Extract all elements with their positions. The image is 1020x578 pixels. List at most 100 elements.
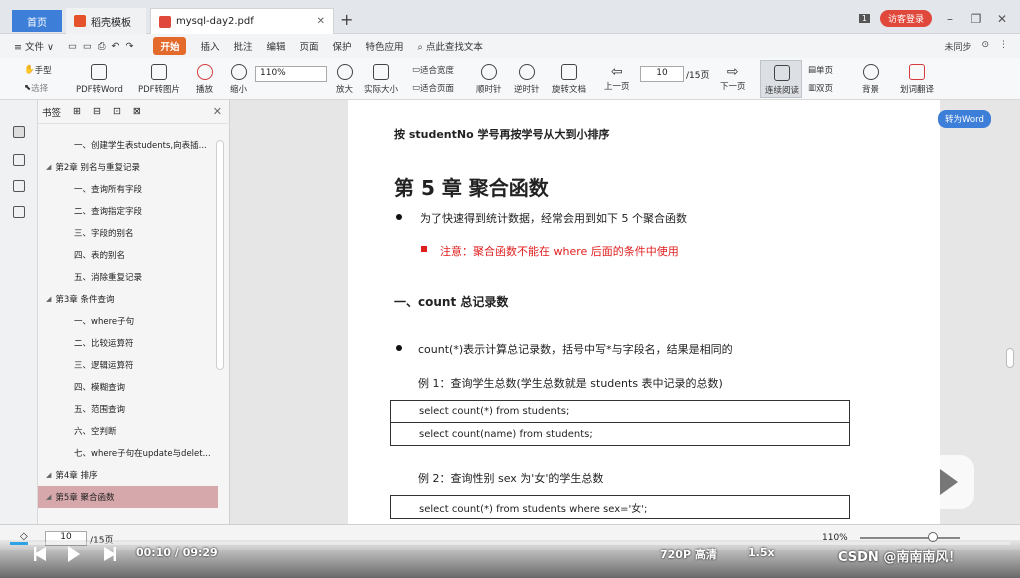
tab-home[interactable]: 首页 [12, 10, 62, 32]
bookmark-chapter[interactable]: ◢ 第5章 聚合函数 [38, 486, 218, 508]
bookmark-section[interactable]: 三、逻辑运算符 [38, 354, 218, 376]
rotate-doc-icon [561, 64, 577, 80]
help-icon[interactable]: ⊙ [981, 40, 989, 53]
bookmark-section[interactable]: 七、where子句在update与delet... [38, 442, 218, 464]
add-bookmark-icon[interactable]: ⊡ [113, 106, 121, 117]
chapter-heading: 第 5 章 聚合函数 [394, 176, 549, 200]
zoom-select[interactable]: 110% [255, 66, 327, 82]
bookmark-section[interactable]: 五、消除重复记录 [38, 266, 218, 288]
menu-file[interactable]: ≡ 文件 ∨ [14, 39, 54, 53]
pdf-to-word-icon [91, 64, 108, 80]
hand-tool[interactable]: ✋ 手型 [24, 64, 52, 76]
rotate-cw-label: 顺时针 [476, 85, 502, 95]
bookmark-section[interactable]: 二、比较运算符 [38, 332, 218, 354]
menu-insert[interactable]: 插入 [200, 39, 219, 53]
single-page-button[interactable]: ▤ 单页 [808, 64, 833, 76]
video-play-icon[interactable] [68, 546, 80, 562]
rotate-doc-button[interactable]: 旋转文档 [552, 64, 586, 95]
next-page-button[interactable]: ⇨ 下一页 [720, 64, 746, 92]
bookmark-chapter[interactable]: ◢ 第3章 条件查询 [38, 288, 218, 310]
bullet-aggregate-intro: 为了快速得到统计数据，经常会用到如下 5 个聚合函数 [420, 212, 687, 225]
next-icon[interactable] [104, 547, 116, 561]
fit-page-button[interactable]: ▭ 适合页面 [412, 82, 454, 94]
minimize-icon[interactable]: – [942, 12, 958, 26]
translate-button[interactable]: 划词翻译 [900, 64, 934, 95]
double-page-label: 双页 [816, 84, 834, 94]
new-tab-button[interactable]: + [340, 10, 353, 29]
bookmark-section[interactable]: 四、表的别名 [38, 244, 218, 266]
bookmark-chapter[interactable]: ◢ 第4章 排序 [38, 464, 218, 486]
caret-icon[interactable]: ◢ [46, 493, 51, 501]
caret-icon[interactable]: ◢ [46, 295, 51, 303]
close-window-icon[interactable]: ✕ [994, 12, 1010, 26]
page-number-input[interactable]: 10 [640, 66, 684, 82]
menu-page[interactable]: 页面 [300, 39, 319, 53]
quick-access-icons[interactable]: ▭▭⎙↶↷ [68, 41, 139, 52]
zoom-slider[interactable] [860, 537, 960, 539]
bookmark-section[interactable]: 一、where子句 [38, 310, 218, 332]
pdf-to-word-button[interactable]: PDF转Word [76, 64, 123, 95]
bookmark-label: 五、消除重复记录 [74, 273, 143, 283]
bookmark-section[interactable]: 三、字段的别名 [38, 222, 218, 244]
tab-pdf[interactable]: mysql-day2.pdf ✕ [150, 8, 334, 34]
zoom-in-button[interactable]: 放大 [336, 64, 353, 95]
to-word-button[interactable]: 转为Word [938, 110, 991, 128]
restore-icon[interactable]: ❐ [968, 12, 984, 26]
background-button[interactable]: 背景 [862, 64, 879, 95]
thumbnail-icon[interactable] [13, 154, 25, 166]
document-scrollbar[interactable] [1006, 348, 1014, 368]
play-button[interactable]: 播放 [196, 64, 213, 95]
expand-all-icon[interactable]: ⊞ [73, 106, 81, 117]
menu-start[interactable]: 开始 [153, 37, 187, 55]
double-page-icon: ▥ [808, 83, 817, 93]
collapse-all-icon[interactable]: ⊟ [93, 106, 101, 117]
bookmark-section[interactable]: 四、模糊查询 [38, 376, 218, 398]
prev-page-button[interactable]: ⇦ 上一页 [604, 64, 630, 92]
video-progress[interactable] [10, 542, 1010, 545]
pdf-to-image-button[interactable]: PDF转图片 [138, 64, 180, 95]
sync-status[interactable]: 未同步 [944, 40, 971, 53]
bookmark-label: 七、where子句在update与delet... [74, 449, 211, 459]
caret-icon[interactable]: ◢ [46, 163, 51, 171]
bookmark-panel-icon[interactable] [13, 126, 25, 138]
bookmark-section[interactable]: 一、查询所有字段 [38, 178, 218, 200]
more-icon[interactable]: ⋮ [999, 40, 1008, 53]
video-quality[interactable]: 720P 高清 [660, 546, 717, 562]
continuous-read-button[interactable]: 连续阅读 [760, 60, 802, 98]
zoom-out-button[interactable]: 缩小 [230, 64, 247, 95]
bookmark-section[interactable]: 二、查询指定字段 [38, 200, 218, 222]
tab-pdf-label: mysql-day2.pdf [176, 16, 254, 27]
bookmark-section[interactable]: 六、空判断 [38, 420, 218, 442]
double-page-button[interactable]: ▥ 双页 [808, 82, 833, 94]
bookmark-section[interactable]: 五、范围查询 [38, 398, 218, 420]
menu-features[interactable]: 特色应用 [366, 39, 404, 53]
next-page-label: 下一页 [720, 82, 746, 92]
delete-bookmark-icon[interactable]: ⊠ [133, 106, 141, 117]
bookmark-label: 一、查询所有字段 [74, 185, 143, 195]
actual-size-button[interactable]: 实际大小 [364, 64, 398, 95]
attachment-icon[interactable] [13, 206, 25, 218]
video-play-overlay[interactable] [920, 455, 974, 509]
fit-width-button[interactable]: ▭ 适合宽度 [412, 64, 454, 76]
caret-icon[interactable]: ◢ [46, 471, 51, 479]
bookmark-label: 五、范围查询 [74, 405, 126, 415]
annotation-icon[interactable] [13, 180, 25, 192]
select-tool[interactable]: ⬉ 选择 [24, 82, 48, 94]
guest-login-button[interactable]: 访客登录 [879, 10, 932, 27]
toolbar: ✋ 手型 ⬉ 选择 PDF转Word PDF转图片 播放 缩小 110% 放大 实际… [0, 58, 1020, 100]
search-text[interactable]: ⌕ 点此查找文本 [418, 39, 483, 53]
bookmark-section[interactable]: 一、创建学生表students,向表插... [38, 134, 218, 156]
menu-protect[interactable]: 保护 [333, 39, 352, 53]
previous-icon[interactable] [34, 547, 46, 561]
close-panel-icon[interactable]: ✕ [213, 105, 222, 118]
bookmark-chapter[interactable]: ◢ 第2章 别名与重复记录 [38, 156, 218, 178]
tab-close-icon[interactable]: ✕ [317, 16, 325, 27]
menu-edit[interactable]: 编辑 [266, 39, 285, 53]
video-speed[interactable]: 1.5x [748, 546, 775, 559]
rotate-cw-button[interactable]: 顺时针 [476, 64, 502, 95]
page-total: /15页 [686, 71, 710, 81]
bookmark-scrollbar[interactable] [216, 140, 224, 370]
rotate-ccw-button[interactable]: 逆时针 [514, 64, 540, 95]
tab-templates[interactable]: 稻壳模板 [66, 8, 146, 34]
menu-comment[interactable]: 批注 [233, 39, 252, 53]
